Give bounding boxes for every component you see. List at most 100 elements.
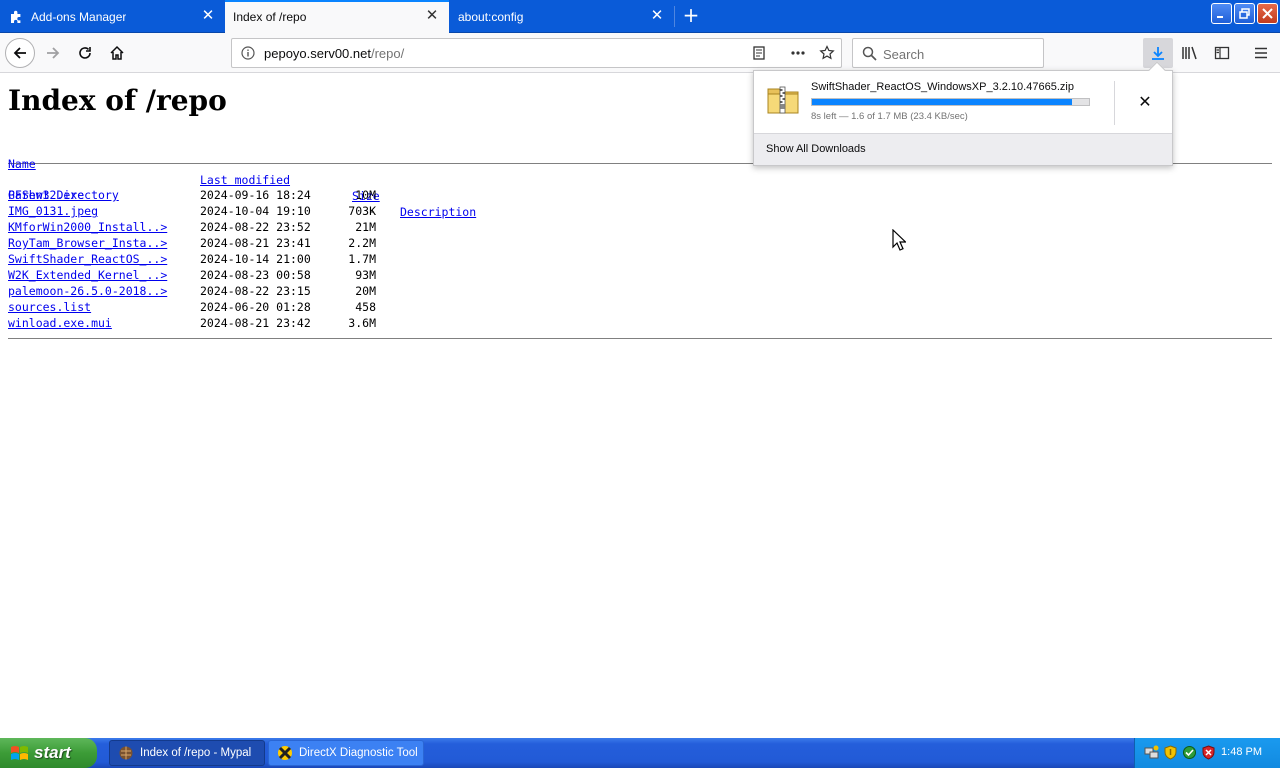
- file-link[interactable]: GFShw32.exe: [8, 187, 84, 203]
- forward-arrow-icon: [47, 47, 60, 59]
- show-all-downloads-button[interactable]: Show All Downloads: [754, 133, 1172, 165]
- close-tab-icon[interactable]: ✕: [201, 8, 215, 23]
- network-tray-icon[interactable]: [1144, 745, 1159, 760]
- close-window-button[interactable]: [1257, 3, 1278, 24]
- file-row: RoyTam_Browser_Insta..> 2024-08-21 23:41 2…: [8, 235, 1272, 251]
- page-actions-icon[interactable]: [790, 46, 806, 63]
- show-all-downloads-label: Show All Downloads: [766, 143, 866, 155]
- taskbar-item-label: DirectX Diagnostic Tool: [299, 747, 418, 759]
- reader-view-icon[interactable]: [752, 46, 766, 63]
- file-size: 93M: [355, 268, 376, 282]
- sort-by-name-link[interactable]: Name: [8, 156, 36, 172]
- file-modified: 2024-10-04 19:10: [200, 204, 311, 218]
- close-icon: [1262, 8, 1273, 19]
- file-row: IMG_0131.jpeg 2024-10-04 19:10 703K: [8, 203, 1272, 219]
- file-link[interactable]: sources.list: [8, 299, 91, 315]
- divider: [1114, 81, 1115, 125]
- file-size: 458: [355, 300, 376, 314]
- alert-shield-tray-icon[interactable]: [1201, 745, 1216, 760]
- sidebar-icon: [1214, 46, 1230, 60]
- tab-about-config[interactable]: about:config ✕: [450, 0, 674, 33]
- tab-label: Add-ons Manager: [31, 10, 127, 24]
- taskbar-item-directx[interactable]: DirectX Diagnostic Tool: [268, 740, 424, 766]
- download-progress-fill: [812, 99, 1073, 105]
- file-modified: 2024-08-22 23:15: [200, 284, 311, 298]
- directory-listing: Name Last modified Size Description Pare…: [8, 140, 1272, 346]
- file-link[interactable]: SwiftShader_ReactOS_..>: [8, 251, 167, 267]
- download-status: 8s left — 1.6 of 1.7 MB (23.4 KB/sec): [811, 111, 968, 122]
- windows-logo-icon: [10, 744, 29, 763]
- download-progress-bar: [811, 98, 1090, 106]
- close-tab-icon[interactable]: ✕: [425, 8, 439, 23]
- home-icon: [110, 45, 124, 60]
- back-arrow-icon: [13, 47, 26, 59]
- file-size: 1.7M: [348, 252, 376, 266]
- tab-strip: Add-ons Manager ✕ Index of /repo ✕ about…: [0, 0, 1280, 33]
- download-item[interactable]: SwiftShader_ReactOS_WindowsXP_3.2.10.476…: [754, 71, 1172, 133]
- library-icon: [1182, 46, 1197, 60]
- file-link[interactable]: KMforWin2000_Install..>: [8, 219, 167, 235]
- maximize-button[interactable]: [1234, 3, 1255, 24]
- close-tab-icon[interactable]: ✕: [650, 8, 664, 23]
- clock: 1:48 PM: [1221, 746, 1262, 758]
- downloads-panel: SwiftShader_ReactOS_WindowsXP_3.2.10.476…: [753, 61, 1173, 166]
- home-button[interactable]: [102, 38, 132, 68]
- page-content: Index of /repo Name Last modified Size D…: [0, 74, 1280, 738]
- file-row: W2K_Extended_Kernel_..> 2024-08-23 00:58 9…: [8, 267, 1272, 283]
- file-size: 10M: [355, 188, 376, 202]
- file-row: SwiftShader_ReactOS_..> 2024-10-14 21:00 1…: [8, 251, 1272, 267]
- file-size: 2.2M: [348, 236, 376, 250]
- new-tab-button[interactable]: +: [680, 5, 702, 27]
- url-path: /repo/: [370, 46, 405, 61]
- taskbar-item-label: Index of /repo - Mypal: [140, 747, 252, 759]
- file-size: 703K: [348, 204, 376, 218]
- file-row: winload.exe.mui 2024-08-21 23:42 3.6M: [8, 315, 1272, 331]
- tab-index-of-repo[interactable]: Index of /repo ✕: [225, 0, 449, 33]
- bookmark-star-icon[interactable]: [819, 45, 835, 64]
- navigation-toolbar: pepoyo.serv00.net/repo/: [0, 33, 1280, 73]
- info-icon[interactable]: [241, 46, 255, 63]
- search-input[interactable]: [883, 45, 1033, 63]
- taskbar: start Index of /repo - Mypal DirectX Dia…: [0, 738, 1280, 768]
- puzzle-icon: [9, 9, 25, 25]
- menu-button[interactable]: [1246, 38, 1276, 68]
- tab-label: Index of /repo: [233, 10, 307, 24]
- cancel-download-icon[interactable]: ✕: [1134, 91, 1156, 113]
- forward-button[interactable]: [38, 38, 68, 68]
- file-link[interactable]: palemoon-26.5.0-2018..>: [8, 283, 167, 299]
- reload-button[interactable]: [70, 38, 100, 68]
- file-link[interactable]: IMG_0131.jpeg: [8, 203, 98, 219]
- antivirus-tray-icon[interactable]: [1182, 745, 1197, 760]
- search-box[interactable]: [852, 38, 1044, 68]
- file-link[interactable]: W2K_Extended_Kernel_..>: [8, 267, 167, 283]
- library-button[interactable]: [1175, 38, 1205, 68]
- address-bar[interactable]: pepoyo.serv00.net/repo/: [231, 38, 842, 68]
- search-icon: [862, 46, 877, 64]
- file-size: 20M: [355, 284, 376, 298]
- directx-icon: [277, 745, 293, 761]
- back-button[interactable]: [5, 38, 35, 68]
- security-shield-tray-icon[interactable]: [1163, 745, 1178, 760]
- file-modified: 2024-09-16 18:24: [200, 188, 311, 202]
- reload-icon: [79, 47, 91, 59]
- parent-directory-row: Parent Directory -: [8, 171, 1272, 218]
- zip-file-icon: [766, 83, 800, 118]
- file-modified: 2024-10-14 21:00: [200, 252, 311, 266]
- start-label: start: [34, 743, 71, 762]
- minimize-button[interactable]: [1211, 3, 1232, 24]
- tab-addons-manager[interactable]: Add-ons Manager ✕: [0, 0, 225, 33]
- restore-icon: [1239, 8, 1250, 19]
- start-button[interactable]: start: [0, 738, 97, 768]
- mouse-pointer-icon: [892, 228, 907, 254]
- page-title: Index of /repo: [8, 84, 227, 117]
- file-link[interactable]: winload.exe.mui: [8, 315, 112, 331]
- file-row: GFShw32.exe 2024-09-16 18:24 10M: [8, 187, 1272, 203]
- sidebar-button[interactable]: [1207, 38, 1237, 68]
- file-row: sources.list 2024-06-20 01:28 458: [8, 299, 1272, 315]
- file-link[interactable]: RoyTam_Browser_Insta..>: [8, 235, 167, 251]
- url-text: pepoyo.serv00.net/repo/: [264, 46, 404, 61]
- taskbar-item-mypal[interactable]: Index of /repo - Mypal: [109, 740, 265, 766]
- file-size: 3.6M: [348, 316, 376, 330]
- url-host: pepoyo.serv00.net: [264, 46, 371, 61]
- system-tray: 1:48 PM: [1134, 738, 1280, 768]
